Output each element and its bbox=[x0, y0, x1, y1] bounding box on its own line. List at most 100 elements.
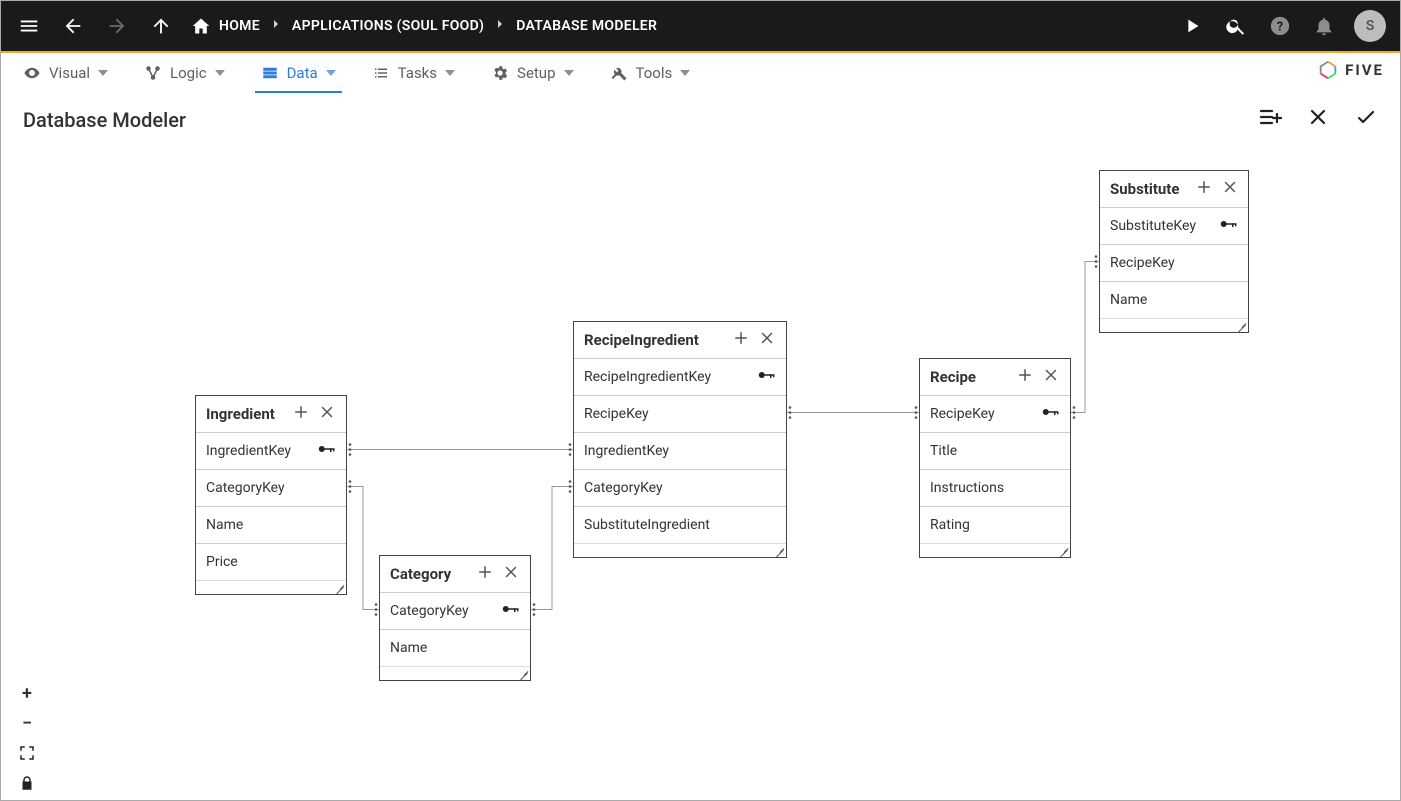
menu-icon[interactable] bbox=[15, 12, 43, 40]
close-entity-button[interactable] bbox=[1042, 366, 1060, 388]
page-actions bbox=[1258, 105, 1378, 134]
up-icon[interactable] bbox=[147, 12, 175, 40]
entity-header[interactable]: RecipeIngredient bbox=[574, 322, 786, 358]
field-row[interactable]: Instructions bbox=[920, 469, 1070, 506]
field-row[interactable]: SubstituteKey bbox=[1100, 207, 1248, 244]
tab-label: Logic bbox=[170, 64, 207, 82]
entity-ingredient[interactable]: IngredientIngredientKeyCategoryKeyName Pr… bbox=[195, 395, 347, 595]
field-name: Name bbox=[390, 640, 427, 656]
field-name: CategoryKey bbox=[390, 603, 469, 619]
help-icon[interactable]: ? bbox=[1266, 12, 1294, 40]
primary-key-icon bbox=[758, 369, 776, 385]
crumb-current: DATABASE MODELER bbox=[516, 18, 657, 34]
page-title: Database Modeler bbox=[23, 108, 186, 132]
entity-header[interactable]: Category bbox=[380, 556, 530, 592]
resize-handle[interactable] bbox=[518, 668, 530, 680]
resize-handle[interactable] bbox=[1058, 545, 1070, 557]
bell-icon[interactable] bbox=[1310, 12, 1338, 40]
crumb-home[interactable]: HOME bbox=[219, 18, 260, 34]
field-name: RecipeKey bbox=[930, 406, 995, 422]
field-row[interactable]: CategoryKey bbox=[196, 469, 346, 506]
search-icon[interactable] bbox=[1222, 12, 1250, 40]
zoom-in-button[interactable]: + bbox=[13, 680, 41, 706]
add-field-button[interactable] bbox=[476, 563, 494, 585]
field-row[interactable]: RecipeKey bbox=[1100, 244, 1248, 281]
tab-tools[interactable]: Tools bbox=[606, 53, 695, 93]
tab-label: Setup bbox=[517, 64, 555, 82]
field-name: IngredientKey bbox=[584, 443, 669, 459]
field-name: SubstituteKey bbox=[1110, 218, 1196, 234]
back-icon[interactable] bbox=[59, 12, 87, 40]
field-row[interactable]: RecipeKey bbox=[574, 395, 786, 432]
tab-tasks[interactable]: Tasks bbox=[368, 53, 459, 93]
lock-icon[interactable] bbox=[13, 770, 41, 796]
field-row[interactable]: Name bbox=[196, 506, 346, 543]
resize-handle[interactable] bbox=[334, 582, 346, 594]
zoom-out-button[interactable]: − bbox=[13, 710, 41, 736]
cancel-button[interactable] bbox=[1306, 105, 1330, 134]
field-name: Instructions bbox=[930, 480, 1004, 496]
primary-key-icon bbox=[318, 443, 336, 459]
field-row[interactable]: IngredientKey bbox=[196, 432, 346, 469]
resize-handle[interactable] bbox=[1236, 320, 1248, 332]
home-icon[interactable] bbox=[191, 16, 211, 36]
add-field-button[interactable] bbox=[292, 403, 310, 425]
brand-logo: FIVE bbox=[1317, 59, 1384, 81]
add-field-button[interactable] bbox=[1016, 366, 1034, 388]
field-row[interactable]: CategoryKey bbox=[574, 469, 786, 506]
entity-header[interactable]: Ingredient bbox=[196, 396, 346, 432]
entity-footer bbox=[1100, 318, 1248, 332]
crumb-applications[interactable]: APPLICATIONS (SOUL FOOD) bbox=[292, 18, 484, 34]
field-name: Price bbox=[206, 554, 238, 570]
page-header: Database Modeler bbox=[1, 93, 1400, 146]
field-row[interactable]: Rating bbox=[920, 506, 1070, 543]
entity-recipeingredient[interactable]: RecipeIngredient RecipeIngredientKey Recip… bbox=[573, 321, 787, 558]
field-row[interactable]: RecipeIngredientKey bbox=[574, 358, 786, 395]
entity-header[interactable]: Substitute bbox=[1100, 171, 1248, 207]
brand-name: FIVE bbox=[1345, 61, 1384, 79]
add-table-button[interactable] bbox=[1258, 105, 1282, 134]
tab-label: Visual bbox=[49, 64, 90, 82]
play-icon[interactable] bbox=[1178, 12, 1206, 40]
entity-title: RecipeIngredient bbox=[584, 331, 699, 349]
fit-screen-button[interactable] bbox=[13, 740, 41, 766]
topbar-right: ? S bbox=[1178, 10, 1386, 42]
field-row[interactable]: SubstituteIngredient bbox=[574, 506, 786, 543]
tab-setup[interactable]: Setup bbox=[487, 53, 577, 93]
field-row[interactable]: Name bbox=[380, 629, 530, 666]
resize-handle[interactable] bbox=[774, 545, 786, 557]
entity-recipe[interactable]: Recipe RecipeKey Title Instructions Rating bbox=[919, 358, 1071, 558]
close-entity-button[interactable] bbox=[318, 403, 336, 425]
primary-key-icon bbox=[1042, 406, 1060, 422]
canvas[interactable]: IngredientIngredientKeyCategoryKeyNamePr… bbox=[1, 141, 1400, 800]
close-entity-button[interactable] bbox=[1221, 178, 1239, 200]
tab-visual[interactable]: Visual bbox=[19, 53, 112, 93]
tab-label: Data bbox=[287, 64, 318, 82]
chevron-right-icon bbox=[268, 16, 284, 36]
tab-data[interactable]: Data bbox=[257, 53, 340, 93]
zoom-controls: + − bbox=[13, 680, 41, 796]
add-field-button[interactable] bbox=[1195, 178, 1213, 200]
entity-category[interactable]: Category CategoryKey Name bbox=[379, 555, 531, 681]
close-entity-button[interactable] bbox=[758, 329, 776, 351]
caret-down-icon bbox=[564, 70, 574, 76]
tab-logic[interactable]: Logic bbox=[140, 53, 229, 93]
field-row[interactable]: Name bbox=[1100, 281, 1248, 318]
entity-header[interactable]: Recipe bbox=[920, 359, 1070, 395]
field-name: SubstituteIngredient bbox=[584, 517, 710, 533]
entity-footer bbox=[574, 543, 786, 557]
add-field-button[interactable] bbox=[732, 329, 750, 351]
primary-key-icon bbox=[1220, 218, 1238, 234]
topbar-left: HOME APPLICATIONS (SOUL FOOD) DATABASE M… bbox=[15, 12, 657, 40]
field-row[interactable]: Title bbox=[920, 432, 1070, 469]
close-entity-button[interactable] bbox=[502, 563, 520, 585]
entity-substitute[interactable]: Substitute SubstituteKey RecipeKeyName bbox=[1099, 170, 1249, 333]
field-row[interactable]: IngredientKey bbox=[574, 432, 786, 469]
avatar[interactable]: S bbox=[1354, 10, 1386, 42]
field-row[interactable]: CategoryKey bbox=[380, 592, 530, 629]
save-button[interactable] bbox=[1354, 105, 1378, 134]
field-row[interactable]: Price bbox=[196, 543, 346, 580]
tab-label: Tools bbox=[636, 64, 673, 82]
field-name: RecipeIngredientKey bbox=[584, 369, 711, 385]
field-row[interactable]: RecipeKey bbox=[920, 395, 1070, 432]
